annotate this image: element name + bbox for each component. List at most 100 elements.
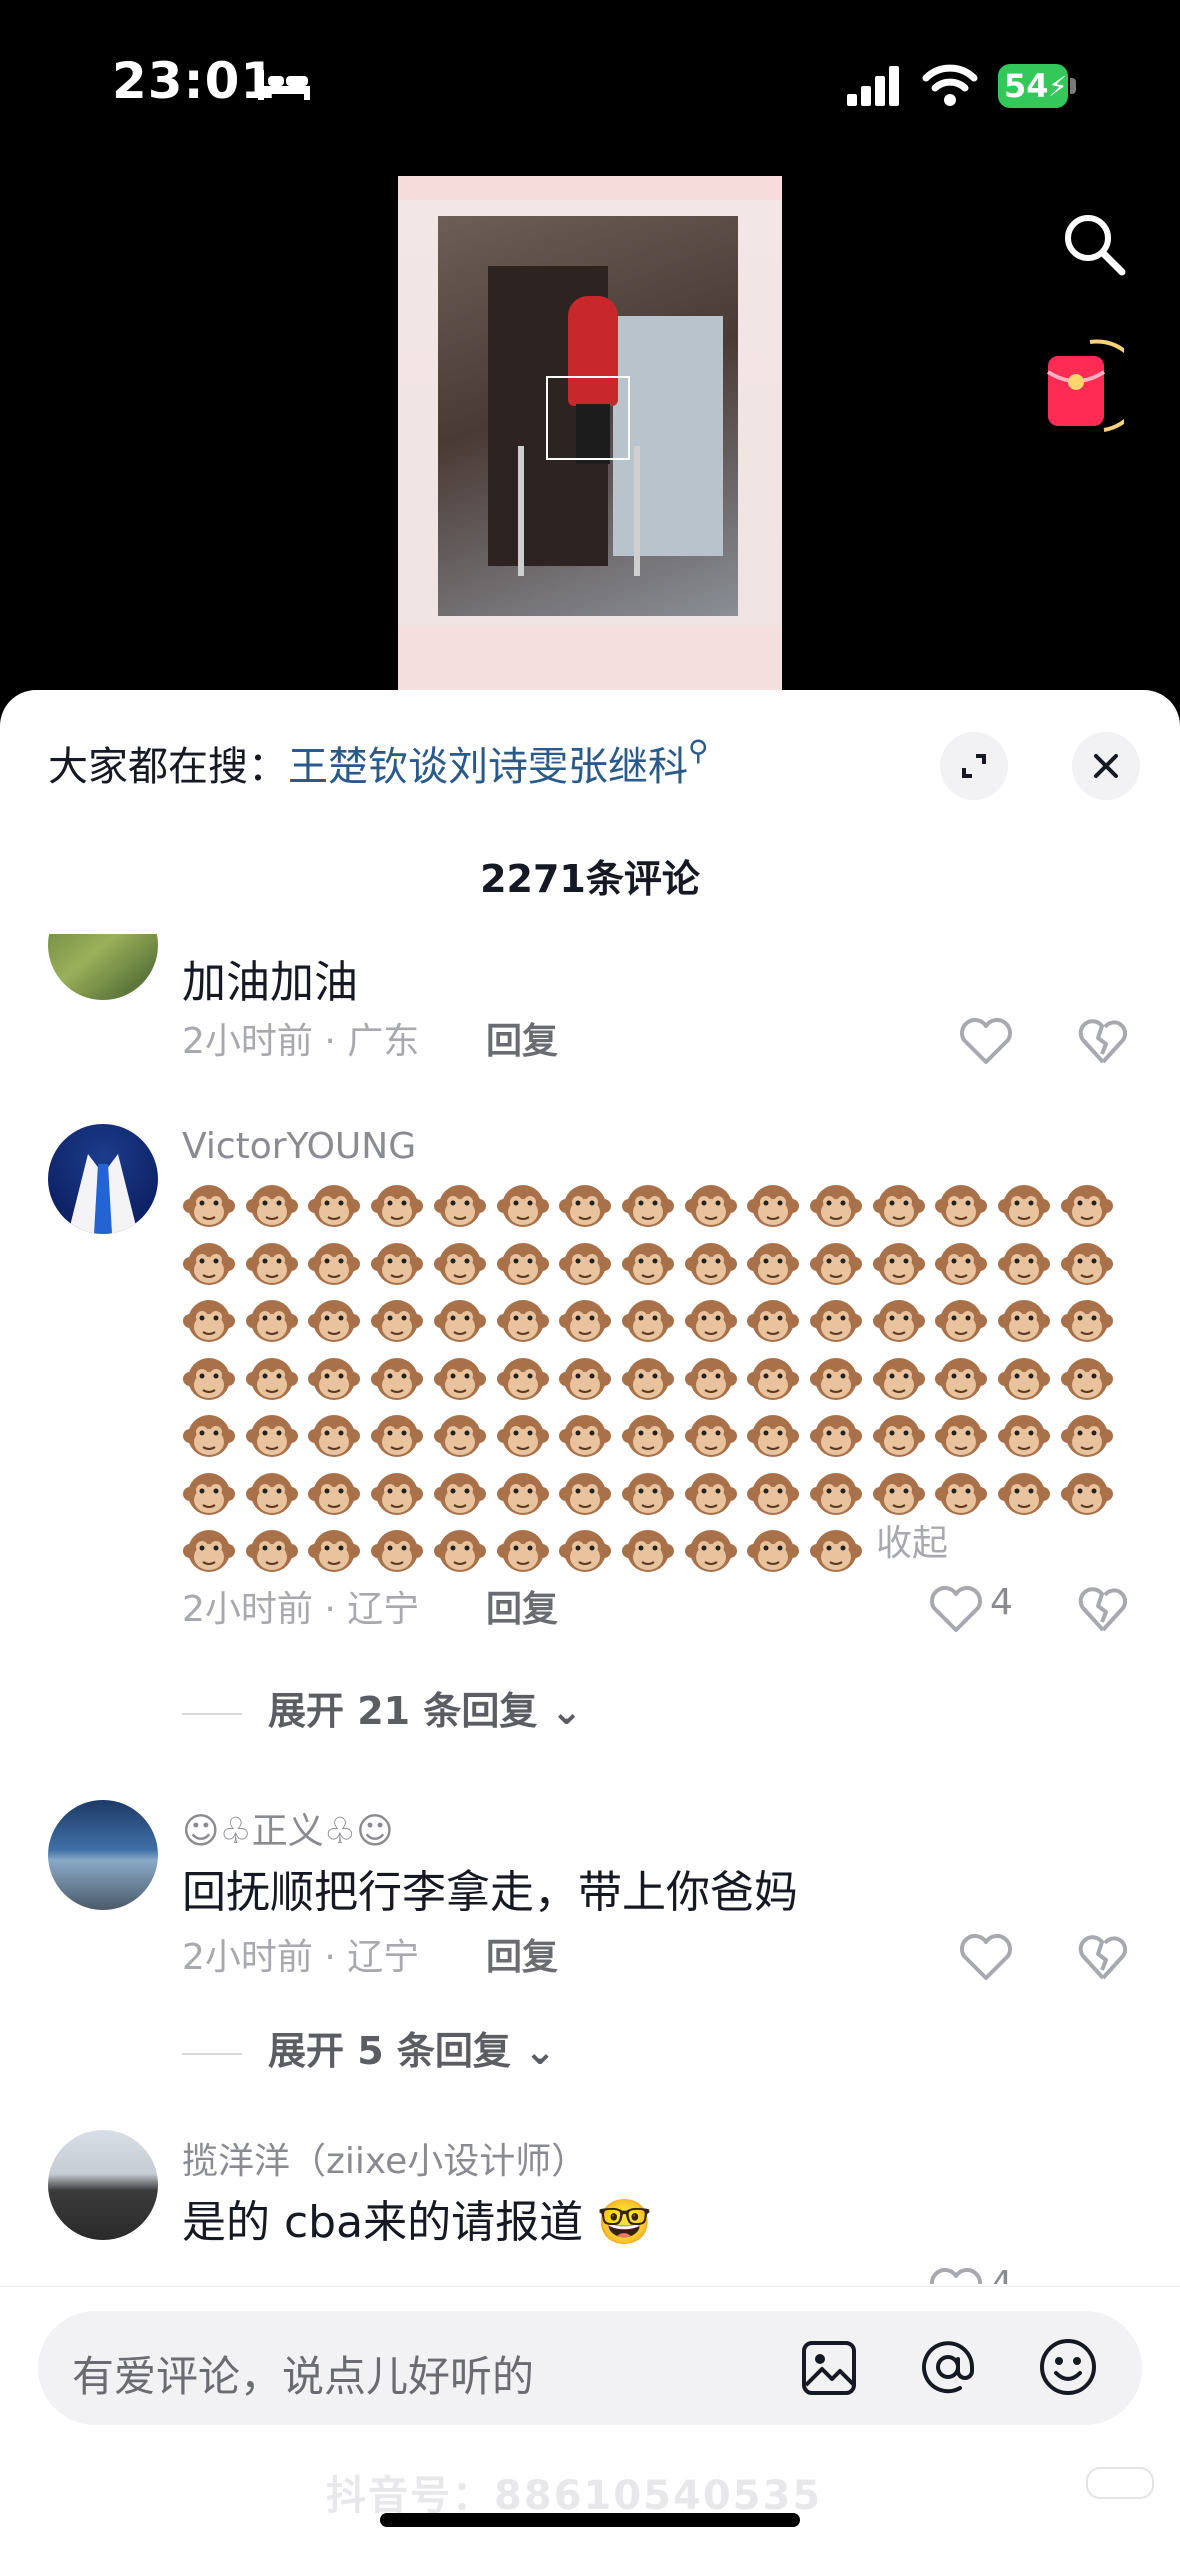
- monkey-face-emoji-icon: [935, 1242, 988, 1285]
- comment-count: 2271条评论: [480, 857, 700, 901]
- monkey-face-emoji-icon: [308, 1415, 361, 1457]
- avatar[interactable]: [48, 2130, 158, 2240]
- monkey-face-emoji-icon: [684, 1357, 737, 1400]
- comment-sheet: 大家都在搜：王楚钦谈刘诗雯张继科⚲ 2271条评论 加油加油 2小时前 · 广东…: [0, 690, 1180, 2556]
- expand-fullscreen-icon[interactable]: [940, 732, 1008, 800]
- monkey-face-emoji-icon: [1060, 1185, 1113, 1227]
- chevron-down-icon: ⌄: [510, 2029, 556, 2073]
- avatar[interactable]: [48, 934, 158, 1000]
- monkey-face-emoji-icon: [371, 1242, 424, 1285]
- comment-input-placeholder: 有爱评论，说点儿好听的: [72, 2352, 535, 2401]
- comment-username[interactable]: 揽洋洋（ziixe小设计师）: [182, 2132, 587, 2184]
- monkey-face-emoji-icon: [1060, 1415, 1113, 1457]
- monkey-face-emoji-icon: [433, 1185, 486, 1227]
- monkey-face-emoji-icon: [308, 1530, 361, 1572]
- avatar[interactable]: [48, 1800, 158, 1910]
- monkey-face-emoji-icon: [496, 1242, 549, 1285]
- divider-line: [182, 2052, 242, 2055]
- hot-search-bar[interactable]: 大家都在搜：王楚钦谈刘诗雯张继科⚲: [48, 734, 709, 792]
- monkey-face-emoji-icon: [433, 1415, 486, 1457]
- reply-button[interactable]: 回复: [486, 1928, 558, 1980]
- heart-icon[interactable]: [928, 1584, 984, 1634]
- monkey-face-emoji-icon: [621, 1530, 674, 1572]
- heart-icon[interactable]: [958, 1016, 1014, 1066]
- search-icon[interactable]: [1056, 206, 1132, 282]
- monkey-face-emoji-icon: [433, 1530, 486, 1572]
- divider-line: [182, 1712, 242, 1715]
- monkey-face-emoji-icon: [371, 1300, 424, 1342]
- monkey-face-emoji-icon: [747, 1472, 800, 1515]
- monkey-face-emoji-icon: [559, 1185, 612, 1227]
- monkey-face-emoji-icon: [183, 1415, 235, 1457]
- collapse-button[interactable]: 收起: [876, 1514, 948, 1566]
- red-packet-icon[interactable]: [1044, 338, 1124, 438]
- monkey-face-emoji-icon: [621, 1242, 674, 1285]
- home-indicator[interactable]: [380, 2513, 800, 2527]
- cellular-signal-icon: [847, 66, 899, 106]
- monkey-face-emoji-icon: [183, 1530, 235, 1572]
- broken-heart-icon[interactable]: [1078, 1016, 1128, 1066]
- comment-input[interactable]: 有爱评论，说点儿好听的: [38, 2311, 1142, 2425]
- reply-button[interactable]: 回复: [486, 1580, 558, 1632]
- monkey-face-emoji-icon: [998, 1357, 1051, 1400]
- monkey-face-emoji-icon: [684, 1472, 737, 1515]
- monkey-face-emoji-icon: [747, 1300, 800, 1342]
- comment-input-bar: 有爱评论，说点儿好听的 抖音号：88610540535: [0, 2286, 1180, 2557]
- monkey-face-emoji-icon: [559, 1530, 612, 1572]
- monkey-face-emoji-icon: [810, 1530, 862, 1572]
- status-bar: 23:01 54 ⚡: [0, 0, 1180, 170]
- monkey-face-emoji-icon: [308, 1300, 361, 1342]
- monkey-face-emoji-icon: [998, 1242, 1051, 1285]
- close-icon[interactable]: [1072, 732, 1140, 800]
- monkey-face-emoji-icon: [245, 1472, 298, 1515]
- monkey-face-emoji-icon: [183, 1185, 235, 1227]
- reply-button[interactable]: 回复: [486, 1012, 558, 1064]
- emoji-icon[interactable]: [1036, 2335, 1100, 2399]
- monkey-face-emoji-icon: [872, 1242, 925, 1285]
- monkey-face-emoji-icon: [621, 1185, 674, 1227]
- monkey-face-emoji-icon: [998, 1300, 1051, 1342]
- monkey-face-emoji-icon: [684, 1415, 737, 1457]
- heart-icon[interactable]: [928, 2266, 984, 2284]
- hot-search-keyword[interactable]: 王楚钦谈刘诗雯张继科: [288, 744, 688, 790]
- monkey-face-emoji-icon: [308, 1357, 361, 1400]
- monkey-face-emoji-icon: [747, 1530, 800, 1572]
- monkey-face-emoji-icon: [559, 1357, 612, 1400]
- monkey-face-emoji-icon: [747, 1415, 800, 1457]
- at-mention-icon[interactable]: [916, 2335, 980, 2399]
- heart-icon[interactable]: [958, 1932, 1014, 1982]
- monkey-face-emoji-icon: [559, 1300, 612, 1342]
- monkey-face-emoji-icon: [1060, 1300, 1113, 1342]
- expand-replies-button[interactable]: 展开 21 条回复 ⌄: [182, 1680, 582, 1735]
- monkey-face-emoji-icon: [1060, 1242, 1113, 1285]
- comment-text: 回抚顺把行李拿走，带上你爸妈: [182, 1867, 798, 1918]
- monkey-face-emoji-icon: [433, 1242, 486, 1285]
- monkey-face-emoji-icon: [1060, 1357, 1113, 1400]
- monkey-face-emoji-icon: [621, 1357, 674, 1400]
- monkey-face-emoji-icon: [371, 1357, 424, 1400]
- monkey-face-emoji-icon: [183, 1472, 235, 1515]
- avatar[interactable]: [48, 1124, 158, 1234]
- comment-text: 加油加油: [182, 957, 358, 1008]
- comment-username[interactable]: ☺︎♧正义♧☺︎: [182, 1802, 394, 1854]
- monkey-face-emoji-icon: [684, 1530, 737, 1572]
- monkey-face-emoji-icon: [371, 1185, 424, 1227]
- monkey-face-emoji-icon: [433, 1300, 486, 1342]
- broken-heart-icon[interactable]: [1078, 1932, 1128, 1982]
- image-icon[interactable]: [800, 2339, 858, 2397]
- monkey-face-emoji-icon: [810, 1415, 862, 1457]
- monkey-face-emoji-icon: [559, 1472, 612, 1515]
- monkey-face-emoji-icon: [872, 1415, 925, 1457]
- monkey-face-emoji-icon: [559, 1242, 612, 1285]
- monkey-face-emoji-icon: [684, 1300, 737, 1342]
- comment-username[interactable]: VictorYOUNG: [182, 1126, 416, 1167]
- expand-replies-button[interactable]: 展开 5 条回复 ⌄: [182, 2020, 556, 2075]
- broken-heart-icon[interactable]: [1078, 1584, 1128, 1634]
- video-thumbnail[interactable]: [398, 176, 782, 696]
- nerd-face-emoji-icon: 🤓: [583, 2197, 652, 2248]
- monkey-face-emoji-icon: [245, 1185, 298, 1227]
- hot-search-magnifier-icon: ⚲: [688, 734, 709, 767]
- monkey-face-emoji-icon: [810, 1300, 862, 1342]
- chevron-down-icon: ⌄: [537, 1689, 583, 1733]
- monkey-face-emoji-icon: [183, 1300, 235, 1342]
